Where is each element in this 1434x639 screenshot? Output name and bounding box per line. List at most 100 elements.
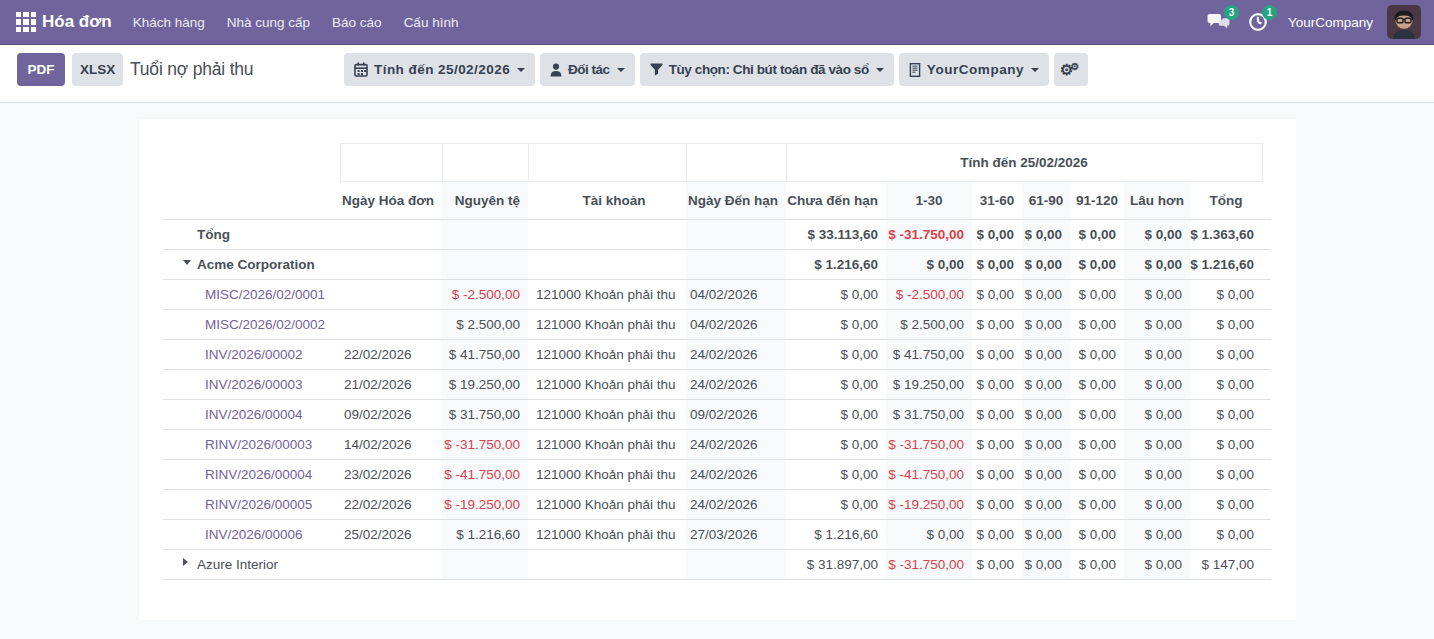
caret-down-icon [617,68,625,72]
bucket-61-90-cell: $ 0,00 [1022,250,1070,280]
bucket-older-cell: $ 0,00 [1124,250,1190,280]
due-date-cell: 24/02/2026 [686,340,786,370]
apps-menu-icon[interactable] [16,12,36,32]
nav-item-vendors[interactable]: Nhà cung cấp [216,15,321,30]
col-older: Lâu hơn [1124,182,1190,220]
caret-down-icon [517,68,525,72]
name-cell: RINV/2026/00005 [163,490,340,520]
partner-group-toggle[interactable]: Azure Interior [197,557,278,572]
bucket-31-60-cell: $ 0,00 [972,550,1022,580]
bucket-91-120-cell: $ 0,00 [1070,340,1124,370]
journal-entry-link[interactable]: INV/2026/00003 [205,377,303,392]
group-row: Azure Interior$ 31.897,00$ -31.750,00$ 0… [163,550,1271,580]
row-total-cell: $ 0,00 [1190,520,1262,550]
nav-item-config[interactable]: Cấu hình [393,15,470,30]
bucket-91-120-cell: $ 0,00 [1070,310,1124,340]
spacer-cell [1262,280,1271,310]
journal-entry-link[interactable]: RINV/2026/00003 [205,437,312,452]
due-date-cell [686,220,786,250]
col-currency: Nguyên tệ [442,182,528,220]
partner-filter-button[interactable]: Đối tác [540,53,635,86]
aged-receivable-table: Tính đến 25/02/2026 Ngày Hóa đơn Nguyên … [163,143,1271,580]
app-name[interactable]: Hóa đơn [42,12,112,32]
journal-entry-link[interactable]: RINV/2026/00005 [205,497,312,512]
invoice-date-cell: 14/02/2026 [340,430,442,460]
bucket-31-60-cell: $ 0,00 [972,520,1022,550]
date-filter-button[interactable]: Tính đến 25/02/2026 [344,53,535,86]
due-date-cell [686,250,786,280]
bucket-31-60-cell: $ 0,00 [972,490,1022,520]
nav-item-customers[interactable]: Khách hàng [122,15,216,30]
journal-entry-link[interactable]: MISC/2026/02/0002 [205,317,325,332]
user-avatar[interactable] [1387,5,1421,39]
total-row: Tổng$ 33.113,60$ -31.750,00$ 0,00$ 0,00$… [163,220,1271,250]
journal-entry-link[interactable]: RINV/2026/00004 [205,467,312,482]
bucket-1-30-cell: $ -31.750,00 [886,430,972,460]
company-filter-button[interactable]: YourCompany [899,53,1049,86]
account-cell [528,550,686,580]
top-navbar: Hóa đơn Khách hàng Nhà cung cấp Báo cáo … [0,0,1434,45]
invoice-date-cell: 21/02/2026 [340,370,442,400]
line-row: RINV/2026/0000314/02/2026$ -31.750,00121… [163,430,1271,460]
spacer-cell [1262,340,1271,370]
journal-entry-link[interactable]: INV/2026/00002 [205,347,303,362]
caret-down-icon [183,260,191,265]
date-filter-label: Tính đến 25/02/2026 [374,62,510,77]
invoice-date-cell [340,250,442,280]
bucket-older-cell: $ 0,00 [1124,400,1190,430]
due-date-cell: 24/02/2026 [686,370,786,400]
line-row: MISC/2026/02/0001$ -2.500,00121000 Khoản… [163,280,1271,310]
currency-cell: $ 19.250,00 [442,370,528,400]
pdf-button[interactable]: PDF [17,53,65,86]
invoice-date-cell [340,310,442,340]
invoice-date-cell [340,550,442,580]
line-row: MISC/2026/02/0002$ 2.500,00121000 Khoản … [163,310,1271,340]
spacer-cell [1262,310,1271,340]
nav-item-reports[interactable]: Báo cáo [321,15,393,30]
journal-entry-link[interactable]: INV/2026/00006 [205,527,303,542]
partner-group-toggle[interactable]: Acme Corporation [197,257,315,272]
not-due-cell: $ 0,00 [786,310,886,340]
xlsx-button[interactable]: XLSX [72,53,123,86]
settings-gear-button[interactable]: ⚙⚙ [1054,53,1088,86]
journal-entry-link[interactable]: INV/2026/00004 [205,407,303,422]
options-filter-button[interactable]: Tùy chọn: Chỉ bút toán đã vào sổ [640,53,894,86]
due-date-cell [686,550,786,580]
bucket-1-30-cell: $ 0,00 [886,250,972,280]
group-row: Acme Corporation$ 1.216,60$ 0,00$ 0,00$ … [163,250,1271,280]
due-date-cell: 04/02/2026 [686,280,786,310]
line-row: INV/2026/0000409/02/2026$ 31.750,0012100… [163,400,1271,430]
currency-cell: $ -31.750,00 [442,430,528,460]
bucket-91-120-cell: $ 0,00 [1070,280,1124,310]
col-total: Tổng [1190,182,1262,220]
account-cell: 121000 Khoản phải thu [528,400,686,430]
currency-cell [442,220,528,250]
not-due-cell: $ 0,00 [786,400,886,430]
name-cell: MISC/2026/02/0001 [163,280,340,310]
activities-button[interactable]: 1 [1247,11,1269,33]
row-total-cell: $ 147,00 [1190,550,1262,580]
table-header-group-row: Tính đến 25/02/2026 [163,144,1271,182]
bucket-1-30-cell: $ -31.750,00 [886,550,972,580]
bucket-61-90-cell: $ 0,00 [1022,490,1070,520]
options-filter-label: Tùy chọn: Chỉ bút toán đã vào sổ [669,62,869,77]
bucket-1-30-cell: $ 31.750,00 [886,400,972,430]
bucket-61-90-cell: $ 0,00 [1022,220,1070,250]
name-cell: Azure Interior [163,550,340,580]
currency-cell: $ -2.500,00 [442,280,528,310]
caret-down-icon [876,68,884,72]
bucket-91-120-cell: $ 0,00 [1070,400,1124,430]
not-due-cell: $ 1.216,60 [786,520,886,550]
account-cell: 121000 Khoản phải thu [528,340,686,370]
currency-cell: $ -19.250,00 [442,490,528,520]
messages-button[interactable]: 3 [1207,11,1231,33]
spacer-cell [1262,400,1271,430]
company-menu[interactable]: YourCompany [1288,15,1373,30]
line-row: INV/2026/0000321/02/2026$ 19.250,0012100… [163,370,1271,400]
name-cell: INV/2026/00006 [163,520,340,550]
bucket-older-cell: $ 0,00 [1124,340,1190,370]
currency-cell [442,250,528,280]
bucket-older-cell: $ 0,00 [1124,430,1190,460]
journal-entry-link[interactable]: MISC/2026/02/0001 [205,287,325,302]
row-total-cell: $ 0,00 [1190,400,1262,430]
